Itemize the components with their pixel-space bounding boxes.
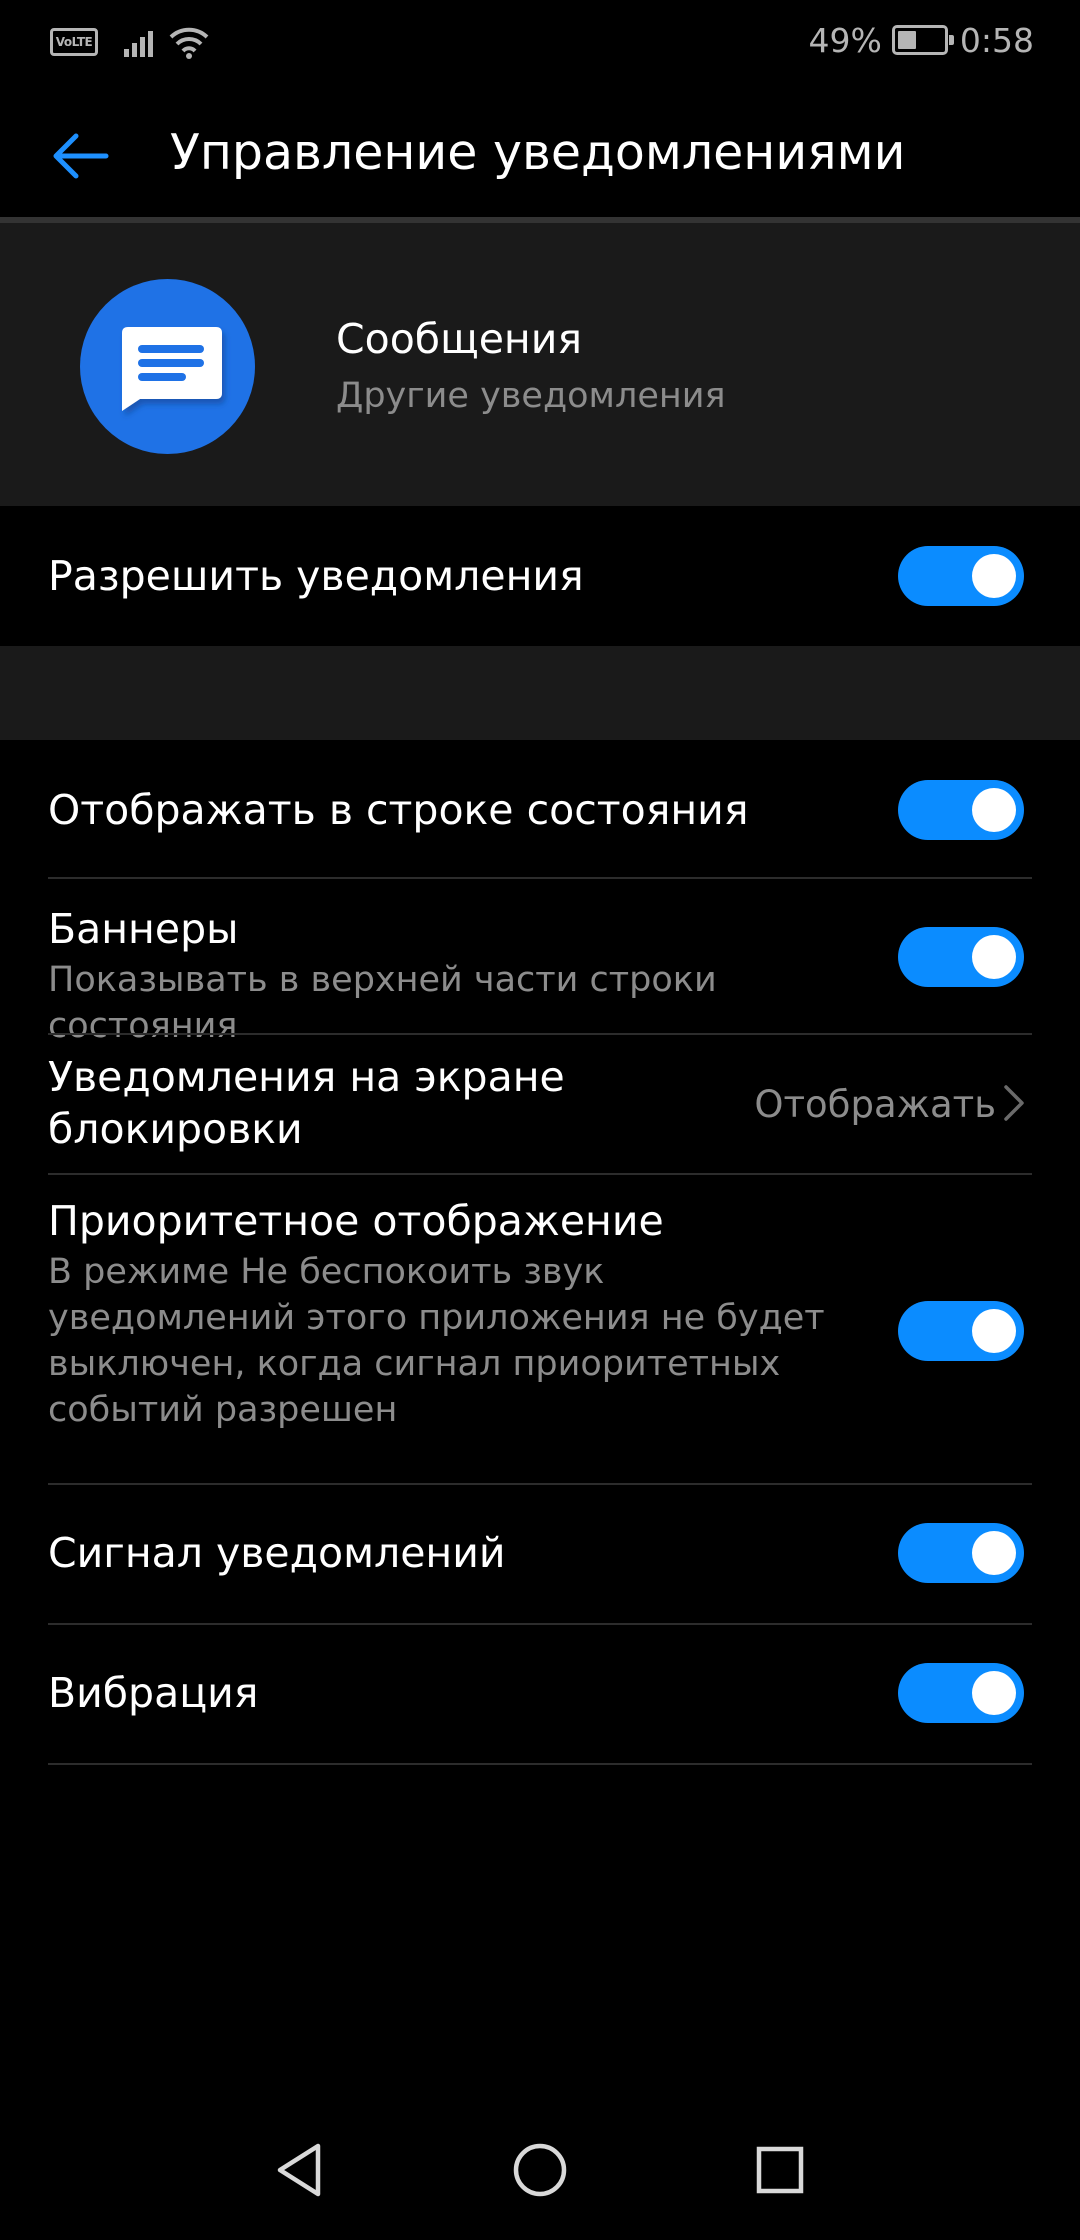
setting-title: Баннеры bbox=[48, 905, 239, 953]
app-name: Сообщения bbox=[336, 315, 583, 363]
status-bar-toggle[interactable] bbox=[898, 780, 1024, 840]
app-card: Сообщения Другие уведомления bbox=[0, 223, 1080, 506]
toggle-knob bbox=[972, 1671, 1016, 1715]
nav-recents-button[interactable] bbox=[740, 2130, 820, 2210]
toggle-knob bbox=[972, 1531, 1016, 1575]
battery-level bbox=[897, 31, 917, 49]
battery-icon bbox=[891, 25, 954, 55]
toggle-knob bbox=[972, 554, 1016, 598]
nav-back-button[interactable] bbox=[260, 2130, 340, 2210]
divider bbox=[48, 1763, 1032, 1765]
volte-icon: VoLTE bbox=[50, 28, 98, 56]
message-bubble-icon bbox=[122, 327, 222, 411]
setting-title: Отображать в строке состояния bbox=[48, 786, 749, 834]
back-button[interactable] bbox=[40, 116, 120, 196]
setting-lock-screen[interactable]: Уведомления на экране блокировки Отображ… bbox=[0, 1035, 1080, 1175]
navigation-bar bbox=[0, 2100, 1080, 2240]
setting-status-bar[interactable]: Отображать в строке состояния bbox=[0, 740, 1080, 879]
priority-toggle[interactable] bbox=[898, 1301, 1024, 1361]
wifi-icon bbox=[169, 27, 209, 59]
chevron-right-icon bbox=[1004, 1085, 1024, 1121]
status-bar-right: 49% 0:58 bbox=[809, 18, 1034, 62]
nav-home-button[interactable] bbox=[500, 2130, 580, 2210]
nav-back-icon bbox=[277, 2143, 321, 2197]
status-bar: VoLTE 49% 0:58 bbox=[0, 0, 1080, 80]
vibration-toggle[interactable] bbox=[898, 1663, 1024, 1723]
setting-banners[interactable]: Баннеры Показывать в верхней части строк… bbox=[0, 879, 1080, 1046]
app-category: Другие уведомления bbox=[336, 376, 726, 416]
setting-title: Сигнал уведомлений bbox=[48, 1529, 506, 1577]
banners-toggle[interactable] bbox=[898, 927, 1024, 987]
setting-priority[interactable]: Приоритетное отображение В режиме Не бес… bbox=[0, 1175, 1080, 1485]
back-arrow-icon bbox=[53, 133, 109, 179]
battery-percent: 49% bbox=[808, 20, 882, 60]
messages-app-icon bbox=[80, 279, 255, 454]
toggle-knob bbox=[972, 1309, 1016, 1353]
signal-icon bbox=[124, 31, 153, 57]
setting-title: Вибрация bbox=[48, 1669, 259, 1717]
setting-title: Приоритетное отображение bbox=[48, 1197, 664, 1245]
app-header: Управление уведомлениями bbox=[0, 80, 1080, 220]
nav-recents-icon bbox=[756, 2146, 804, 2194]
clock: 0:58 bbox=[959, 20, 1034, 60]
toggle-knob bbox=[972, 935, 1016, 979]
allow-notifications-toggle[interactable] bbox=[898, 546, 1024, 606]
status-bar-left: VoLTE bbox=[50, 24, 210, 60]
allow-notifications-row[interactable]: Разрешить уведомления bbox=[0, 506, 1080, 646]
sound-toggle[interactable] bbox=[898, 1523, 1024, 1583]
toggle-knob bbox=[972, 788, 1016, 832]
setting-title: Уведомления на экране блокировки bbox=[48, 1053, 565, 1153]
setting-subtitle: В режиме Не беспокоить звук уведомлений … bbox=[48, 1252, 825, 1430]
allow-notifications-label: Разрешить уведомления bbox=[48, 552, 584, 600]
page-title: Управление уведомлениями bbox=[170, 124, 906, 181]
settings-list: Отображать в строке состояния Баннеры По… bbox=[0, 740, 1080, 1840]
setting-sound[interactable]: Сигнал уведомлений bbox=[0, 1485, 1080, 1625]
section-spacer bbox=[0, 646, 1080, 740]
setting-vibration[interactable]: Вибрация bbox=[0, 1625, 1080, 1765]
nav-home-icon bbox=[513, 2143, 567, 2197]
lock-screen-value: Отображать bbox=[754, 1083, 996, 1126]
